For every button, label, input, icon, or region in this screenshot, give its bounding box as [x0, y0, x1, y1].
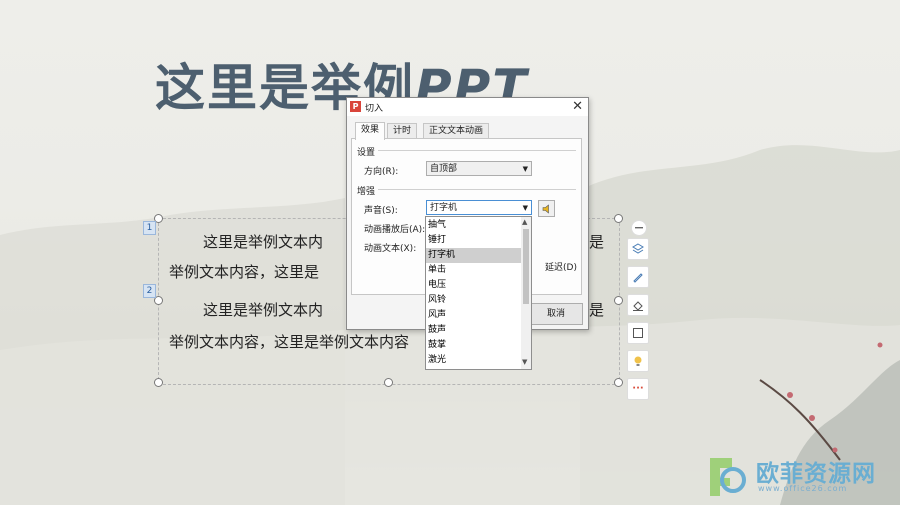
dialog-titlebar: P 切入 ✕: [347, 98, 588, 116]
settings-group-label: 设置: [357, 148, 376, 158]
chevron-up-icon[interactable]: ▲: [522, 218, 527, 226]
dialog-title: 切入: [365, 104, 384, 114]
resize-handle-bottom-left[interactable]: [154, 378, 163, 387]
outline-button[interactable]: [627, 322, 649, 344]
fill-button[interactable]: [627, 294, 649, 316]
cancel-button[interactable]: 取消: [529, 303, 583, 325]
animate-text-label: 动画文本(X):: [364, 244, 417, 254]
sound-settings-button[interactable]: [538, 200, 555, 217]
after-animation-label: 动画播放后(A):: [364, 225, 426, 235]
sound-option[interactable]: 单击: [426, 263, 521, 278]
speaker-icon: [542, 203, 549, 214]
watermark-logo-icon: [710, 458, 746, 496]
resize-handle-right[interactable]: [614, 296, 623, 305]
watermark: 欧菲资源网 www.office26.com: [700, 450, 895, 500]
close-icon[interactable]: ✕: [572, 99, 583, 114]
sound-option[interactable]: 锤打: [426, 233, 521, 248]
resize-handle-bottom-right[interactable]: [614, 378, 623, 387]
layers-icon: [632, 243, 644, 254]
border-icon: [633, 328, 643, 338]
sound-option[interactable]: 鼓声: [426, 323, 521, 338]
more-button[interactable]: ···: [627, 378, 649, 400]
idea-button[interactable]: [627, 350, 649, 372]
pencil-icon: [633, 273, 643, 283]
scrollbar-thumb[interactable]: [523, 229, 529, 304]
dropdown-scrollbar[interactable]: ▲ ▼: [521, 217, 531, 369]
layer-button[interactable]: [627, 238, 649, 260]
direction-value: 自顶部: [430, 164, 458, 174]
watermark-text: 欧菲资源网: [756, 461, 876, 487]
delay-label-partial: 延迟(D): [545, 263, 577, 273]
tab-text-animation[interactable]: 正文文本动画: [423, 123, 490, 139]
watermark-url: www.office26.com: [758, 484, 848, 493]
paragraph-1-right-fragment: 是: [589, 233, 605, 251]
sound-option[interactable]: 风声: [426, 308, 521, 323]
edit-shape-button[interactable]: [627, 266, 649, 288]
slide-canvas: 这里是举例PPT 1 2 这里是举例文本内 是 举例文本内容，这里是 这里是举例…: [0, 0, 900, 505]
sound-option[interactable]: 抽气: [426, 218, 521, 233]
chevron-down-icon: ▼: [522, 204, 528, 212]
sound-option[interactable]: 风铃: [426, 293, 521, 308]
sound-value: 打字机: [430, 203, 458, 213]
direction-select[interactable]: 自顶部 ▼: [426, 161, 532, 176]
more-dots-icon: ···: [632, 383, 644, 394]
animation-order-badge[interactable]: 2: [143, 284, 156, 298]
sound-option[interactable]: 打字机: [426, 248, 521, 263]
enhance-group-label: 增强: [357, 187, 376, 197]
chevron-down-icon[interactable]: ▼: [522, 358, 527, 366]
collapse-button[interactable]: [631, 220, 647, 236]
group-divider: [378, 189, 576, 190]
chevron-down-icon: ▼: [522, 165, 528, 173]
group-divider: [378, 150, 576, 151]
lightbulb-icon: [634, 356, 642, 366]
resize-handle-top-right[interactable]: [614, 214, 623, 223]
direction-label: 方向(R):: [364, 167, 399, 177]
sound-label: 声音(S):: [364, 206, 398, 216]
tab-effect[interactable]: 效果: [355, 122, 386, 140]
tab-timing[interactable]: 计时: [387, 123, 418, 139]
sound-option[interactable]: 鼓掌: [426, 338, 521, 353]
sound-option[interactable]: 电压: [426, 278, 521, 293]
minus-icon: [635, 227, 643, 229]
animation-order-badge[interactable]: 1: [143, 221, 156, 235]
sound-select[interactable]: 打字机 ▼: [426, 200, 532, 215]
paragraph-2-line-2: 举例文本内容，这里是举例文本内容: [169, 333, 410, 351]
paint-bucket-icon: [633, 301, 643, 311]
sound-option[interactable]: 激光: [426, 353, 521, 368]
resize-handle-bottom[interactable]: [384, 378, 393, 387]
wps-logo-icon: P: [350, 101, 361, 112]
sound-dropdown-list: 抽气 锤打 打字机 单击 电压 风铃 风声 鼓声 鼓掌 激光 ▲ ▼: [425, 216, 532, 370]
paragraph-2-right-fragment: 是: [589, 301, 605, 319]
